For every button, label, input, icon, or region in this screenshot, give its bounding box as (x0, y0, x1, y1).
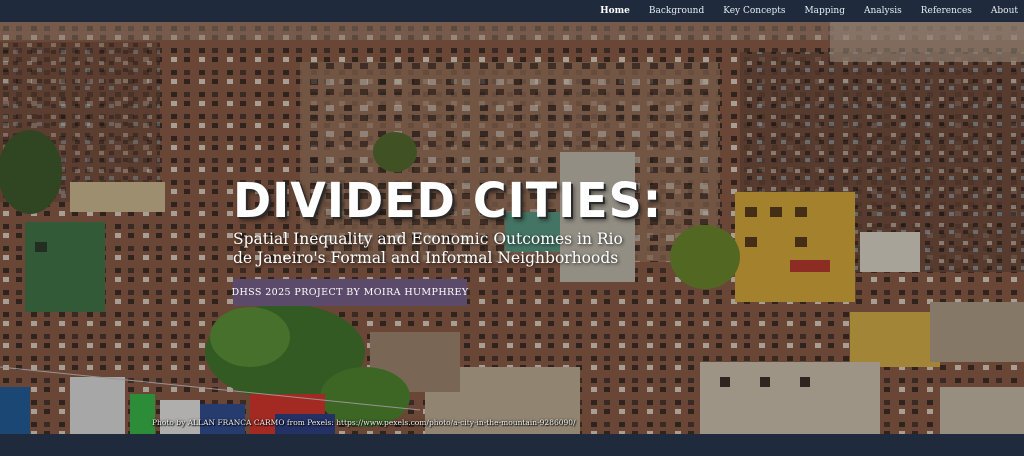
nav-about[interactable]: About (991, 6, 1018, 16)
photo-credit: Photo by ALLAN FRANCA CARMO from Pexels:… (152, 418, 576, 427)
page-subtitle: Spatial Inequality and Economic Outcomes… (233, 230, 623, 267)
footer-band (0, 434, 1024, 456)
photo-credit-link[interactable]: https://www.pexels.com/photo/a-city-in-t… (336, 418, 575, 427)
page-title: DIVIDED CITIES: (233, 172, 663, 229)
project-badge-button[interactable]: DHSS 2025 PROJECT BY MOIRA HUMPHREY (231, 279, 468, 306)
nav-home[interactable]: Home (600, 6, 630, 16)
nav-mapping[interactable]: Mapping (804, 6, 845, 16)
nav-key-concepts[interactable]: Key Concepts (723, 6, 785, 16)
hero-banner: DIVIDED CITIES: Spatial Inequality and E… (0, 22, 1024, 434)
nav-references[interactable]: References (921, 6, 972, 16)
nav-background[interactable]: Background (649, 6, 704, 16)
photo-credit-text: Photo by ALLAN FRANCA CARMO from Pexels: (152, 418, 337, 427)
nav-analysis[interactable]: Analysis (864, 6, 902, 16)
top-navbar: Home Background Key Concepts Mapping Ana… (0, 0, 1024, 22)
